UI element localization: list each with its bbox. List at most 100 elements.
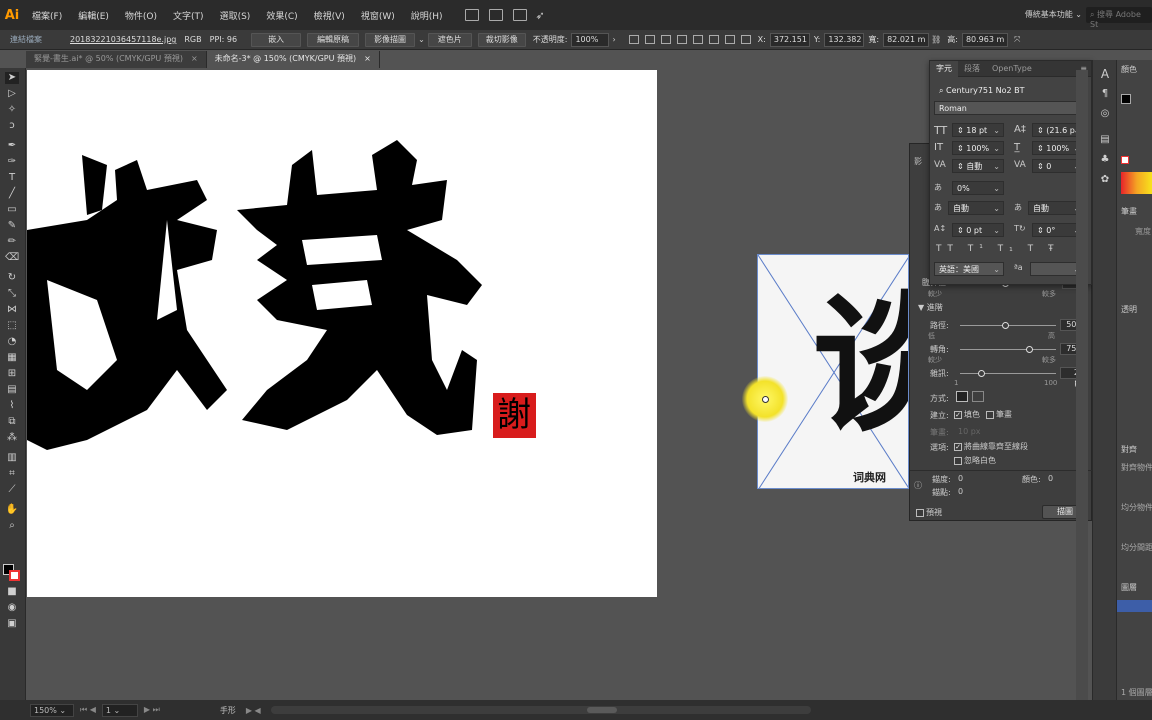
tsume-field[interactable]: 0% ⌄ (952, 181, 1004, 195)
width-field[interactable]: 82.021 m (883, 32, 930, 47)
tab-close-icon[interactable]: × (191, 54, 198, 63)
reference-point-icon[interactable] (740, 35, 751, 44)
paths-slider[interactable] (960, 322, 1056, 329)
calligraphy-artwork[interactable]: 謝 (27, 70, 657, 597)
artboard-nav-next-icon[interactable]: ▶ ⏭ (144, 705, 160, 715)
stock-icon[interactable] (488, 9, 503, 21)
mask-button[interactable]: 遮色片 (427, 32, 472, 47)
width-tool-icon[interactable]: ⋈ (5, 304, 19, 316)
mesh-tool-icon[interactable]: ⊞ (5, 368, 19, 380)
zoom-select[interactable]: 150% ⌄ (30, 703, 74, 717)
image-trace-button[interactable]: 影像描圖 (365, 32, 416, 47)
slice-tool-icon[interactable]: ⟋ (5, 484, 19, 496)
menu-select[interactable]: 選取(S) (212, 9, 259, 22)
graph-tool-icon[interactable]: ▥ (5, 452, 19, 464)
tab-document-1[interactable]: 緊覺-書生.ai* @ 50% (CMYK/GPU 預視) × (26, 51, 207, 68)
scrollbar-thumb[interactable] (586, 707, 617, 713)
artboard-tool-icon[interactable]: ⌗ (5, 468, 19, 480)
menu-view[interactable]: 檢視(V) (306, 9, 353, 22)
stroke-swatch[interactable] (9, 570, 20, 581)
x-field[interactable]: 372.151 (769, 32, 810, 47)
artboard[interactable]: 謝 (27, 70, 657, 597)
character-panel-icon[interactable]: A (1098, 68, 1112, 80)
align-left-icon[interactable] (644, 35, 655, 44)
symbols-panel-icon[interactable]: ♣ (1098, 154, 1112, 166)
color-panel-tab[interactable]: 顏色 (1121, 64, 1137, 75)
direct-selection-tool-icon[interactable]: ▷ (5, 88, 19, 100)
fill-color-swatch[interactable] (1121, 94, 1131, 104)
arrange-documents-icon[interactable] (512, 9, 527, 21)
eyedropper-tool-icon[interactable]: ⌇ (5, 400, 19, 412)
tab-opentype[interactable]: OpenType (986, 64, 1038, 73)
image-trace-panel-icon[interactable]: ▤ (1098, 134, 1112, 146)
stroke-panel-tab[interactable]: 筆畫 (1121, 206, 1137, 217)
recolor-icon[interactable] (628, 35, 639, 44)
kerning-field[interactable]: ⇕ 自動 ⌄ (952, 159, 1004, 173)
noise-knob[interactable] (978, 370, 985, 377)
font-family-select[interactable]: ⌕ Century751 No2 BT⌄ (934, 83, 1085, 97)
edit-original-button[interactable]: 編輯原稿 (307, 32, 360, 47)
eraser-tool-icon[interactable]: ⌫ (5, 252, 19, 264)
lasso-tool-icon[interactable]: ↄ (5, 120, 19, 132)
artboard-number-select[interactable]: 1 ⌄ (101, 703, 138, 717)
tab-character[interactable]: 字元 (930, 60, 958, 77)
color-mode-icon[interactable]: ■ (5, 586, 19, 598)
trace-preset-chevron-icon[interactable]: ⌄ (418, 35, 425, 44)
preview-checkbox[interactable]: 預視 (916, 507, 942, 518)
stroke-checkbox[interactable]: 筆畫 (986, 409, 1012, 420)
transform-icon[interactable]: ⤧ (1014, 35, 1020, 45)
placed-reference-image[interactable]: 谈 词典网 (757, 254, 909, 489)
menu-help[interactable]: 說明(H) (403, 9, 451, 22)
scale-tool-icon[interactable]: ⤡ (5, 288, 19, 300)
baseline-shift-field[interactable]: ⇕ 0 pt ⌄ (952, 223, 1004, 237)
menu-file[interactable]: 檔案(F) (24, 9, 70, 22)
paragraph-panel-icon[interactable]: ¶ (1098, 88, 1112, 100)
transparency-panel-tab[interactable]: 透明 (1121, 304, 1137, 315)
menu-window[interactable]: 視窗(W) (353, 9, 403, 22)
linked-file-label[interactable]: 連結檔案 (0, 34, 46, 45)
corners-knob[interactable] (1026, 346, 1033, 353)
layers-panel-tab[interactable]: 圖層 (1121, 582, 1137, 593)
align-top-icon[interactable] (692, 35, 703, 44)
canvas-vertical-scrollbar[interactable] (1076, 70, 1088, 700)
line-tool-icon[interactable]: ╱ (5, 188, 19, 200)
opentype-panel-icon[interactable]: ◎ (1098, 108, 1112, 120)
embed-button[interactable]: 嵌入 (251, 32, 302, 47)
paintbrush-tool-icon[interactable]: ✎ (5, 220, 19, 232)
opacity-arrow-icon[interactable]: › (612, 35, 615, 44)
gpu-performance-icon[interactable]: ➶ (536, 9, 545, 22)
font-style-select[interactable]: Roman⌄ (934, 101, 1085, 115)
vertical-scale-field[interactable]: ⇕ 100% ⌄ (952, 141, 1004, 155)
horizontal-scrollbar[interactable] (270, 706, 811, 714)
height-field[interactable]: 80.963 m (961, 32, 1008, 47)
ignore-white-checkbox[interactable]: 忽略白色 (954, 455, 996, 466)
layer-row[interactable] (1117, 600, 1152, 612)
color-spectrum[interactable] (1121, 172, 1152, 194)
corners-slider[interactable] (960, 346, 1056, 353)
pencil-tool-icon[interactable]: ✏ (5, 236, 19, 248)
text-style-buttons-icon[interactable]: TT T¹ T₁ T Ŧ (936, 244, 1060, 254)
tab-document-2[interactable]: 未命名-3* @ 150% (CMYK/GPU 預視) × (206, 51, 380, 68)
align-panel-tab[interactable]: 對齊 (1121, 444, 1137, 455)
workspace-switcher[interactable]: 傳統基本功能 ⌄ (1025, 9, 1082, 20)
align-center-icon[interactable] (660, 35, 671, 44)
hand-tool-icon[interactable]: ✋ (5, 504, 19, 516)
noise-slider[interactable] (960, 370, 1056, 377)
linked-filename[interactable]: 20183221036457118e.jpg (66, 35, 180, 44)
symbol-sprayer-tool-icon[interactable]: ⁂ (5, 432, 19, 444)
paths-knob[interactable] (1002, 322, 1009, 329)
align-bottom-icon[interactable] (724, 35, 735, 44)
rectangle-tool-icon[interactable]: ▭ (5, 204, 19, 216)
draw-mode-icon[interactable]: ◉ (5, 602, 19, 614)
crop-image-button[interactable]: 裁切影像 (477, 32, 526, 47)
align-right-icon[interactable] (676, 35, 687, 44)
perspective-grid-tool-icon[interactable]: ▦ (5, 352, 19, 364)
zoom-tool-icon[interactable]: ⌕ (5, 520, 19, 532)
language-select[interactable]: 英語：美國 ⌄ (934, 262, 1004, 276)
font-size-field[interactable]: ⇕ 18 pt ⌄ (952, 123, 1004, 137)
menu-effect[interactable]: 效果(C) (258, 9, 305, 22)
status-arrow-icon[interactable]: ▶ ◀ (246, 706, 261, 715)
fill-checkbox[interactable]: ✓ 填色 (954, 409, 980, 420)
opacity-field[interactable]: 100% (571, 32, 610, 47)
blend-tool-icon[interactable]: ⧉ (5, 416, 19, 428)
